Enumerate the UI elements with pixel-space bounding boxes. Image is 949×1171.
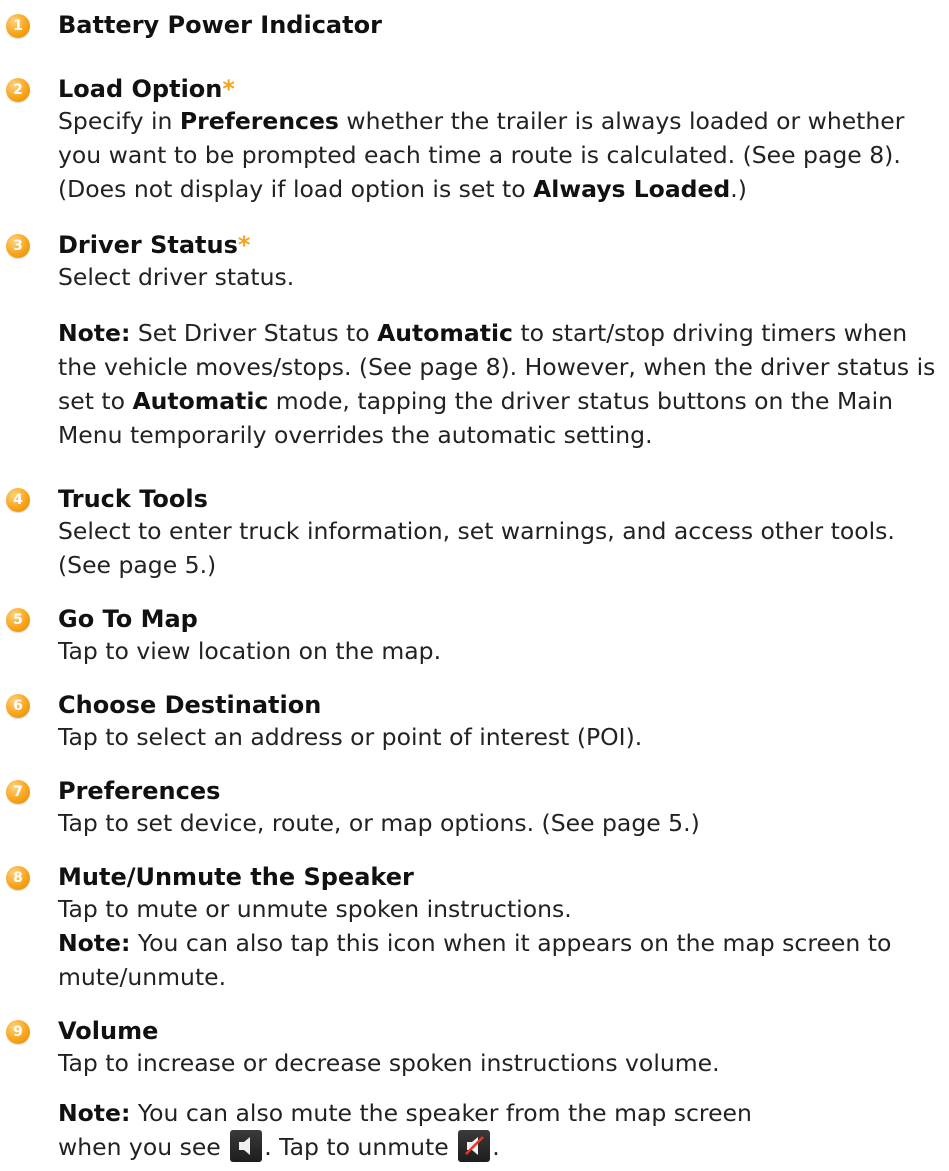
item-title: Truck Tools [58,484,208,514]
item-title: Battery Power Indicator [58,10,382,40]
text: Specify in [58,107,180,135]
text: You can also tap this icon when it appea… [58,929,892,991]
speaker-icon [230,1130,263,1162]
text: .) [730,175,747,203]
item-note: Note: You can also tap this icon when it… [58,926,949,994]
item-title: Go To Map [58,604,198,634]
item-description: Tap to increase or decrease spoken instr… [58,1049,720,1077]
speaker-muted-icon-svg [465,1136,485,1155]
manual-page: 1 Battery Power Indicator 2 Load Option*… [0,0,949,1162]
item-title-text: Load Option [58,75,223,103]
bold-text: Automatic [377,319,513,347]
item-title: Driver Status* [58,230,250,260]
number-badge: 2 [6,78,30,102]
item-description: Tap to select an address or point of int… [58,723,643,751]
item-note: Note: Set Driver Status to Automatic to … [58,316,949,452]
speaker-muted-icon [458,1130,491,1162]
text: when you see [58,1133,229,1161]
note-label: Note: [58,929,131,957]
asterisk: * [237,231,251,259]
note-label: Note: [58,319,131,347]
number-badge: 7 [6,780,30,804]
number-badge: 4 [6,488,30,512]
number-badge: 5 [6,608,30,632]
item-title: Load Option* [58,74,235,104]
text: . [492,1133,500,1161]
item-title-text: Preferences [58,777,221,805]
item-title: Choose Destination [58,690,321,720]
text: You can also mute the speaker from the m… [130,1099,752,1127]
item-title-text: Volume [58,1017,159,1045]
number-badge: 1 [6,14,30,38]
item-description: Tap to mute or unmute spoken instruction… [58,895,572,923]
item-title: Volume [58,1016,158,1046]
item-title-text: Battery Power Indicator [58,11,382,39]
item-description: Specify in Preferences whether the trail… [58,104,949,206]
bold-text: Automatic [132,387,269,415]
item-title-text: Mute/Unmute the Speaker [58,863,414,891]
item-note-line2: when you see . Tap to unmute . [58,1130,949,1164]
number-badge: 3 [6,234,30,258]
item-description: Tap to set device, route, or map options… [58,809,700,837]
item-description: Tap to view location on the map. [58,637,442,665]
item-title-text: Choose Destination [58,691,322,719]
asterisk: * [222,75,235,103]
item-note: Note: You can also mute the speaker from… [58,1096,949,1130]
text: . Tap to unmute [264,1133,457,1161]
item-description: Select to enter truck information, set w… [58,517,895,579]
number-badge: 8 [6,866,30,890]
speaker-icon-svg [239,1137,251,1155]
item-title: Preferences [58,776,220,806]
item-title: Mute/Unmute the Speaker [58,862,414,892]
item-description: Select driver status. [58,263,295,291]
note-label: Note: [58,1099,131,1127]
item-title-text: Driver Status [58,231,238,259]
number-badge: 6 [6,694,30,718]
bold-text: Always Loaded [533,175,731,203]
text: Set Driver Status to [130,319,378,347]
item-title-text: Go To Map [58,605,198,633]
bold-text: Preferences [179,107,339,135]
number-badge: 9 [6,1020,30,1044]
item-title-text: Truck Tools [58,485,208,513]
